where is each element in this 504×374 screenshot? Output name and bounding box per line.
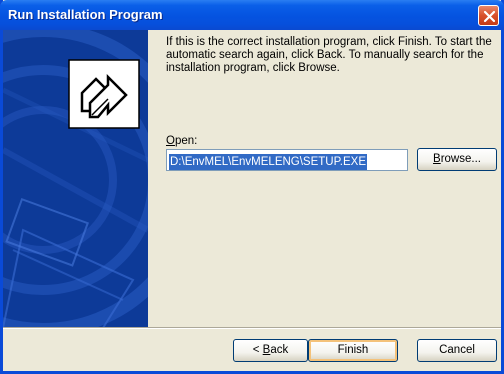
install-arrow-icon xyxy=(68,59,140,129)
install-icon-frame xyxy=(68,59,140,129)
program-path-input[interactable]: D:\EnvMEL\EnvMELENG\SETUP.EXE xyxy=(166,149,408,171)
back-rest: ack xyxy=(270,344,289,356)
open-label-mnemonic: O xyxy=(166,135,175,147)
back-button[interactable]: < Back xyxy=(233,339,308,362)
window-title: Run Installation Program xyxy=(8,7,163,22)
open-label-rest: pen: xyxy=(174,135,198,147)
open-label: Open: xyxy=(166,135,197,147)
cancel-button[interactable]: Cancel xyxy=(417,339,497,362)
wizard-side-panel xyxy=(3,30,148,328)
instruction-text: If this is the correct installation prog… xyxy=(166,36,492,74)
run-installation-dialog: Run Installation Program If this is the … xyxy=(0,0,504,374)
browse-rest: rowse... xyxy=(440,153,481,165)
browse-mnemonic: B xyxy=(433,153,441,165)
finish-button[interactable]: Finish xyxy=(308,339,398,362)
program-path-value[interactable]: D:\EnvMEL\EnvMELENG\SETUP.EXE xyxy=(169,154,367,170)
back-prefix: < xyxy=(252,344,263,356)
browse-button[interactable]: Browse... xyxy=(417,148,497,171)
close-icon xyxy=(483,10,496,23)
close-button[interactable] xyxy=(478,5,499,26)
footer-separator xyxy=(3,327,501,329)
title-bar[interactable]: Run Installation Program xyxy=(0,0,504,30)
